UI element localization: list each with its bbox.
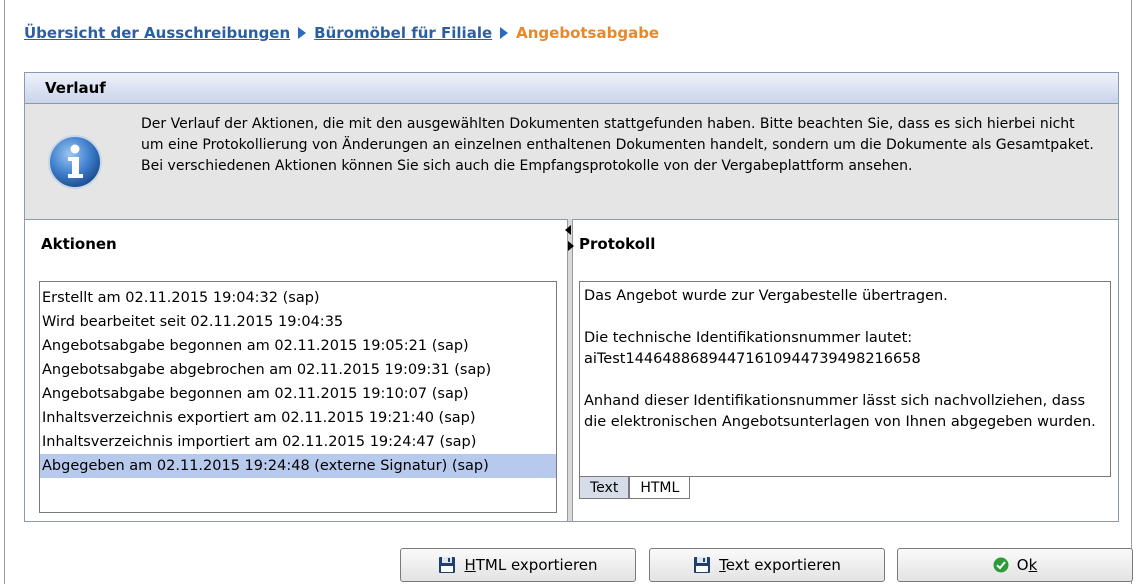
action-list-item[interactable]: Angebotsabgabe begonnen am 02.11.2015 19… bbox=[40, 334, 556, 358]
triangle-right-icon bbox=[500, 27, 509, 39]
protocol-title: Protokoll bbox=[579, 235, 656, 253]
action-list-item[interactable]: Erstellt am 02.11.2015 19:04:32 (sap) bbox=[40, 286, 556, 310]
breadcrumb-current: Angebotsabgabe bbox=[516, 24, 660, 42]
action-list-item[interactable]: Wird bearbeitet seit 02.11.2015 19:04:35 bbox=[40, 310, 556, 334]
pane-splitter[interactable] bbox=[565, 219, 574, 521]
floppy-disk-icon bbox=[439, 557, 456, 573]
floppy-disk-icon bbox=[694, 557, 711, 573]
protocol-line: Das Angebot wurde zur Vergabestelle über… bbox=[584, 288, 948, 304]
action-list-item[interactable]: Inhaltsverzeichnis importiert am 02.11.2… bbox=[40, 430, 556, 454]
actions-title: Aktionen bbox=[41, 235, 117, 253]
protocol-text: Das Angebot wurde zur Vergabestelle über… bbox=[579, 281, 1111, 477]
ok-label: Ok bbox=[1016, 556, 1038, 574]
collapse-right-icon[interactable] bbox=[568, 241, 574, 251]
text-export-label: Text exportieren bbox=[719, 556, 841, 574]
action-list-item[interactable]: Angebotsabgabe abgebrochen am 02.11.2015… bbox=[40, 358, 556, 382]
breadcrumb: Übersicht der Ausschreibungen Büromöbel … bbox=[24, 22, 659, 44]
breadcrumb-link-tender[interactable]: Büromöbel für Filiale bbox=[314, 24, 492, 42]
tab-html[interactable]: HTML bbox=[629, 477, 691, 499]
protocol-line: Anhand dieser Identifikationsnummer läss… bbox=[584, 393, 1096, 430]
panel-title: Verlauf bbox=[25, 73, 1118, 104]
protocol-tabs: Text HTML bbox=[579, 477, 691, 499]
html-export-button[interactable]: HTML exportieren bbox=[400, 548, 636, 582]
action-list-item[interactable]: Angebotsabgabe begonnen am 02.11.2015 19… bbox=[40, 382, 556, 406]
check-circle-icon bbox=[993, 557, 1009, 573]
ok-button[interactable]: Ok bbox=[897, 548, 1133, 582]
protocol-id: aiTest14464886894471610944739498216658 bbox=[584, 351, 921, 367]
triangle-right-icon bbox=[298, 27, 307, 39]
info-box: Der Verlauf der Aktionen, die mit den au… bbox=[25, 104, 1118, 220]
action-list-item[interactable]: Inhaltsverzeichnis exportiert am 02.11.2… bbox=[40, 406, 556, 430]
protocol-line: Die technische Identifikationsnummer lau… bbox=[584, 330, 913, 346]
action-list-item[interactable]: Abgegeben am 02.11.2015 19:24:48 (extern… bbox=[40, 454, 556, 478]
info-icon bbox=[48, 135, 102, 189]
text-export-button[interactable]: Text exportieren bbox=[649, 548, 885, 582]
history-panel: Verlauf Der Verlauf der Aktionen, die mi… bbox=[24, 72, 1119, 522]
protocol-pane: Protokoll Das Angebot wurde zur Vergabes… bbox=[575, 219, 1118, 521]
html-export-label: HTML exportieren bbox=[464, 556, 598, 574]
collapse-left-icon[interactable] bbox=[565, 225, 571, 235]
actions-pane: Aktionen Erstellt am 02.11.2015 19:04:32… bbox=[25, 219, 567, 521]
actions-list[interactable]: Erstellt am 02.11.2015 19:04:32 (sap) Wir… bbox=[39, 281, 557, 513]
breadcrumb-link-overview[interactable]: Übersicht der Ausschreibungen bbox=[24, 24, 290, 42]
info-text: Der Verlauf der Aktionen, die mit den au… bbox=[141, 116, 1094, 174]
tab-text[interactable]: Text bbox=[579, 477, 630, 499]
